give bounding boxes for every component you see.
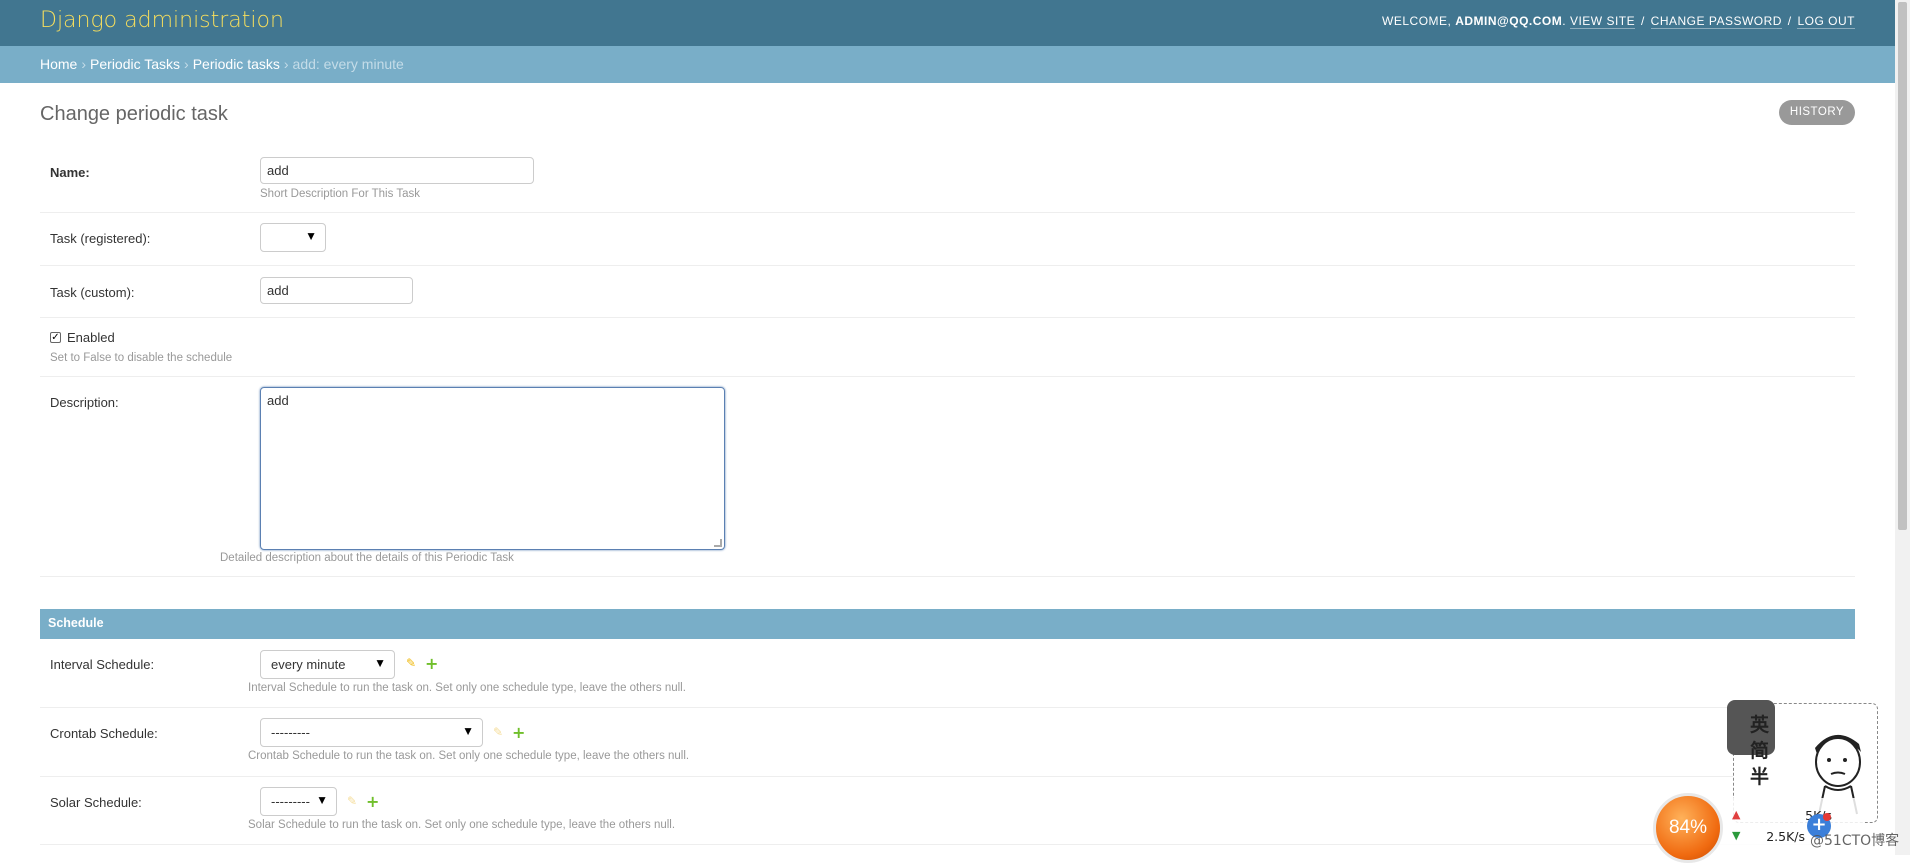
user-tools-separator: /: [1640, 14, 1645, 28]
description-help: Detailed description about the details o…: [220, 552, 514, 564]
enabled-help: Set to False to disable the schedule: [50, 352, 233, 364]
sticker-text: 英简半: [1750, 714, 1770, 788]
checkmark-icon: ✓: [51, 332, 60, 343]
name-input[interactable]: [260, 157, 534, 184]
form-row-solar-schedule: Solar Schedule: --------- ▼ ✎ + Solar Sc…: [40, 777, 1855, 845]
solar-schedule-value: ---------: [271, 794, 310, 809]
crontab-schedule-select[interactable]: --------- ▼: [260, 718, 483, 747]
schedule-section-header: Schedule: [40, 609, 1855, 639]
welcome-text: WELCOME,: [1382, 14, 1456, 28]
pencil-icon[interactable]: ✎: [406, 656, 416, 670]
task-registered-label: Task (registered):: [50, 231, 151, 246]
interval-schedule-select[interactable]: every minute ▼: [260, 650, 395, 679]
crontab-schedule-label: Crontab Schedule:: [50, 726, 158, 741]
breadcrumb-separator: ›: [184, 56, 189, 72]
interval-schedule-label: Interval Schedule:: [50, 657, 155, 672]
description-textarea[interactable]: add: [260, 387, 725, 550]
page-title: Change periodic task: [40, 103, 228, 125]
breadcrumb-periodic-tasks-list[interactable]: Periodic tasks: [193, 56, 280, 72]
crontab-schedule-help: Crontab Schedule to run the task on. Set…: [248, 750, 690, 762]
speed-percent-ball[interactable]: 84%: [1653, 793, 1723, 863]
enabled-checkbox[interactable]: ✓: [50, 332, 61, 343]
user-tools-separator: /: [1787, 14, 1792, 28]
task-custom-input[interactable]: [260, 277, 413, 304]
log-out-link[interactable]: LOG OUT: [1797, 14, 1855, 29]
breadcrumb: Home › Periodic Tasks › Periodic tasks › add: …: [0, 46, 1895, 83]
task-custom-label: Task (custom):: [50, 285, 135, 300]
breadcrumb-home[interactable]: Home: [40, 56, 77, 72]
notification-dot: [1823, 813, 1831, 821]
description-value: add: [267, 393, 289, 408]
solar-schedule-label: Solar Schedule:: [50, 795, 142, 810]
form-row-enabled: ✓ Enabled Set to False to disable the sc…: [40, 318, 1855, 377]
header: Django administration WELCOME, ADMIN@QQ.…: [0, 0, 1895, 46]
breadcrumb-separator: ›: [283, 56, 289, 72]
form-row-task-custom: Task (custom):: [40, 266, 1855, 318]
triangle-down-icon: ▼: [305, 229, 317, 243]
form-row-task-registered: Task (registered): ▼: [40, 213, 1855, 266]
user-tools: WELCOME, ADMIN@QQ.COM. VIEW SITE / CHANG…: [1382, 14, 1855, 29]
user-name: ADMIN@QQ.COM: [1455, 14, 1563, 28]
interval-schedule-value: every minute: [271, 657, 346, 672]
site-branding[interactable]: Django administration: [40, 8, 284, 33]
breadcrumb-periodic-tasks-app[interactable]: Periodic Tasks: [90, 56, 180, 72]
history-button[interactable]: HISTORY: [1779, 100, 1855, 125]
plus-icon[interactable]: +: [512, 725, 525, 741]
welcome-suffix: .: [1562, 14, 1567, 28]
form-row-interval-schedule: Interval Schedule: every minute ▼ ✎ + In…: [40, 639, 1855, 708]
watermark: @51CTO博客: [1810, 833, 1900, 849]
pencil-icon[interactable]: ✎: [347, 794, 357, 808]
triangle-down-icon: ▼: [316, 793, 328, 807]
solar-schedule-select[interactable]: --------- ▼: [260, 787, 337, 816]
triangle-down-icon: ▼: [462, 724, 474, 738]
crontab-schedule-value: ---------: [271, 725, 310, 740]
task-registered-select[interactable]: ▼: [260, 223, 326, 252]
scrollbar-thumb[interactable]: [1898, 2, 1907, 530]
form-row-name: Name: Short Description For This Task: [40, 146, 1855, 213]
pencil-icon[interactable]: ✎: [493, 725, 503, 739]
resize-grip-icon[interactable]: [714, 539, 722, 547]
name-help: Short Description For This Task: [260, 188, 420, 200]
plus-icon[interactable]: +: [425, 656, 438, 672]
interval-schedule-help: Interval Schedule to run the task on. Se…: [248, 682, 686, 694]
download-speed: 2.5K/s: [1766, 829, 1805, 844]
description-label: Description:: [50, 395, 119, 410]
triangle-down-icon: ▼: [374, 656, 386, 670]
name-label: Name:: [50, 165, 90, 180]
change-password-link[interactable]: CHANGE PASSWORD: [1650, 14, 1782, 29]
upload-arrow-icon: ▲: [1732, 808, 1741, 821]
download-arrow-icon: ▼: [1732, 829, 1741, 842]
solar-schedule-help: Solar Schedule to run the task on. Set o…: [248, 819, 676, 831]
breadcrumb-current: add: every minute: [292, 56, 404, 72]
vertical-scrollbar[interactable]: [1895, 0, 1910, 855]
breadcrumb-separator: ›: [81, 56, 87, 72]
view-site-link[interactable]: VIEW SITE: [1569, 14, 1636, 29]
form-row-crontab-schedule: Crontab Schedule: --------- ▼ ✎ + Cronta…: [40, 708, 1855, 777]
enabled-label: Enabled: [67, 330, 115, 345]
plus-icon[interactable]: +: [366, 794, 379, 810]
